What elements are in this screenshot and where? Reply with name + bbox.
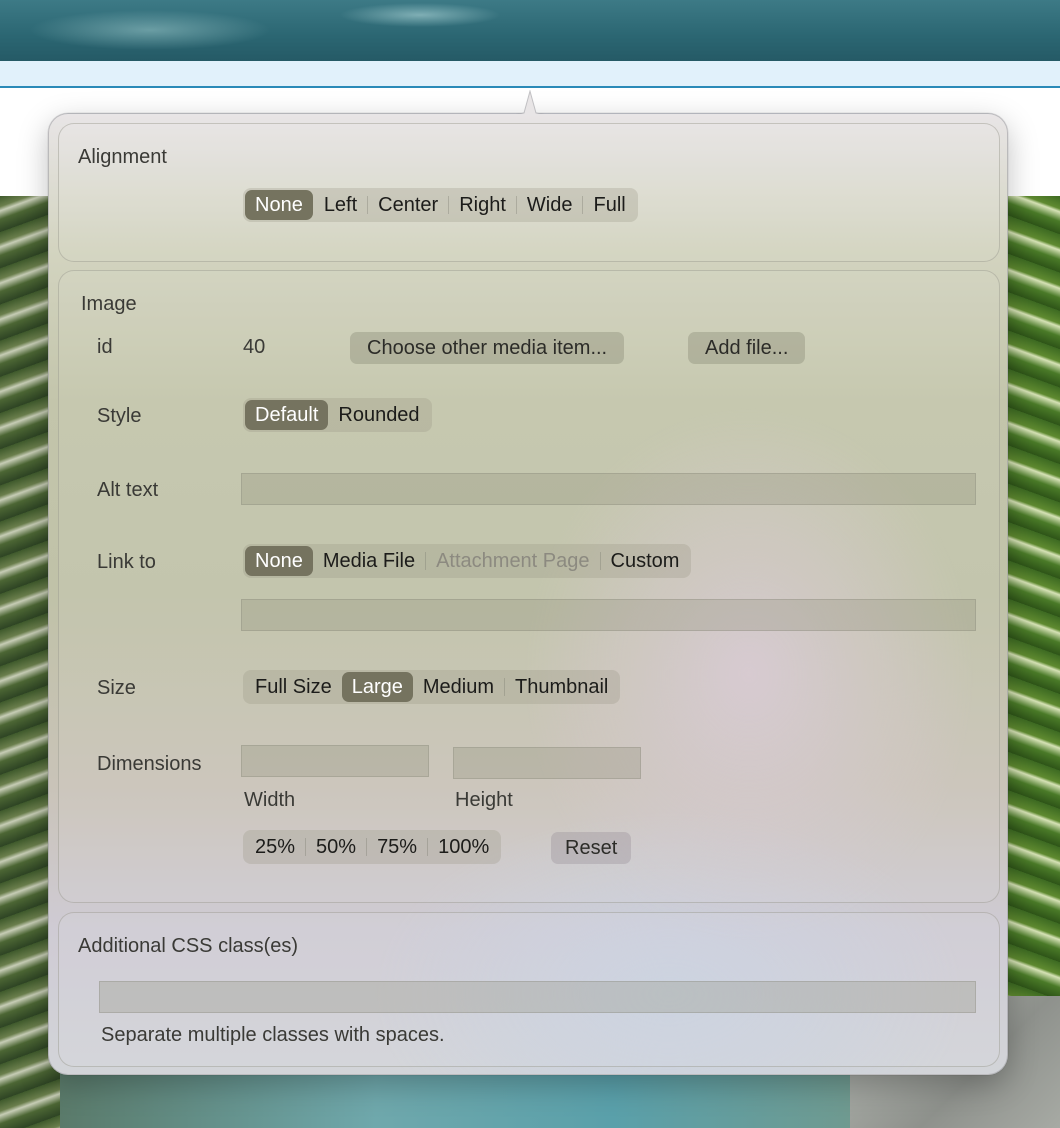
- height-input[interactable]: [453, 747, 641, 779]
- alignment-option-left[interactable]: Left: [314, 190, 367, 220]
- background-image-right: [1000, 196, 1060, 996]
- size-option-thumbnail[interactable]: Thumbnail: [505, 672, 618, 702]
- alt-text-input[interactable]: [241, 473, 976, 505]
- background-image-bottom: [60, 1070, 850, 1128]
- size-option-large[interactable]: Large: [341, 672, 413, 702]
- link-option-attachment-page: Attachment Page: [436, 550, 590, 572]
- link-url-input[interactable]: [241, 599, 976, 631]
- css-class-hint: Separate multiple classes with spaces.: [101, 1024, 445, 1046]
- style-label: Style: [97, 405, 142, 427]
- size-segmented-control: Full Size Large Medium Thumbnail: [243, 670, 621, 704]
- alignment-option-none[interactable]: None: [245, 190, 313, 220]
- link-to-segmented-control: None Media File Attachment Page Custom: [243, 544, 692, 578]
- css-class-section: Additional CSS class(es) Separate multip…: [58, 912, 1000, 1067]
- alignment-option-right[interactable]: Right: [449, 190, 516, 220]
- alignment-section: Alignment None Left Center Right Wide Fu…: [58, 123, 1000, 262]
- css-class-title: Additional CSS class(es): [78, 935, 299, 957]
- link-option-custom[interactable]: Custom: [601, 546, 690, 576]
- popover-arrow: [513, 90, 547, 116]
- selected-block-highlight: [0, 61, 1060, 87]
- add-file-button[interactable]: Add file...: [688, 332, 806, 364]
- size-option-full-size[interactable]: Full Size: [245, 672, 342, 702]
- style-segmented-control: Default Rounded: [243, 398, 432, 432]
- size-label: Size: [97, 677, 136, 699]
- image-section: Image id 40 Choose other media item... A…: [58, 270, 1000, 903]
- css-class-input[interactable]: [99, 981, 976, 1013]
- choose-media-button[interactable]: Choose other media item...: [350, 332, 625, 364]
- width-input[interactable]: [241, 745, 429, 777]
- background-image-top: [0, 0, 1060, 61]
- link-to-label: Link to: [97, 551, 156, 573]
- image-settings-popover: Alignment None Left Center Right Wide Fu…: [48, 90, 1008, 1075]
- alt-text-label: Alt text: [97, 479, 159, 501]
- scale-option-100[interactable]: 100%: [428, 832, 499, 862]
- alignment-option-center[interactable]: Center: [368, 190, 448, 220]
- alignment-segmented-control: None Left Center Right Wide Full: [243, 188, 638, 222]
- id-value: 40: [243, 336, 266, 358]
- link-option-none[interactable]: None: [245, 546, 313, 576]
- scale-segmented-control: 25% 50% 75% 100%: [243, 830, 502, 864]
- height-label: Height: [455, 789, 513, 811]
- alignment-title: Alignment: [78, 146, 167, 168]
- link-option-media-file[interactable]: Media File: [313, 546, 425, 576]
- scale-option-75[interactable]: 75%: [367, 832, 427, 862]
- style-option-rounded[interactable]: Rounded: [328, 400, 429, 430]
- size-option-medium[interactable]: Medium: [413, 672, 504, 702]
- image-title: Image: [81, 293, 137, 315]
- style-option-default[interactable]: Default: [245, 400, 329, 430]
- id-label: id: [97, 336, 113, 358]
- alignment-option-wide[interactable]: Wide: [517, 190, 583, 220]
- reset-button[interactable]: Reset: [551, 832, 632, 864]
- dimensions-label: Dimensions: [97, 753, 202, 775]
- alignment-option-full[interactable]: Full: [583, 190, 635, 220]
- scale-option-25[interactable]: 25%: [245, 832, 305, 862]
- width-label: Width: [244, 789, 296, 811]
- scale-option-50[interactable]: 50%: [306, 832, 366, 862]
